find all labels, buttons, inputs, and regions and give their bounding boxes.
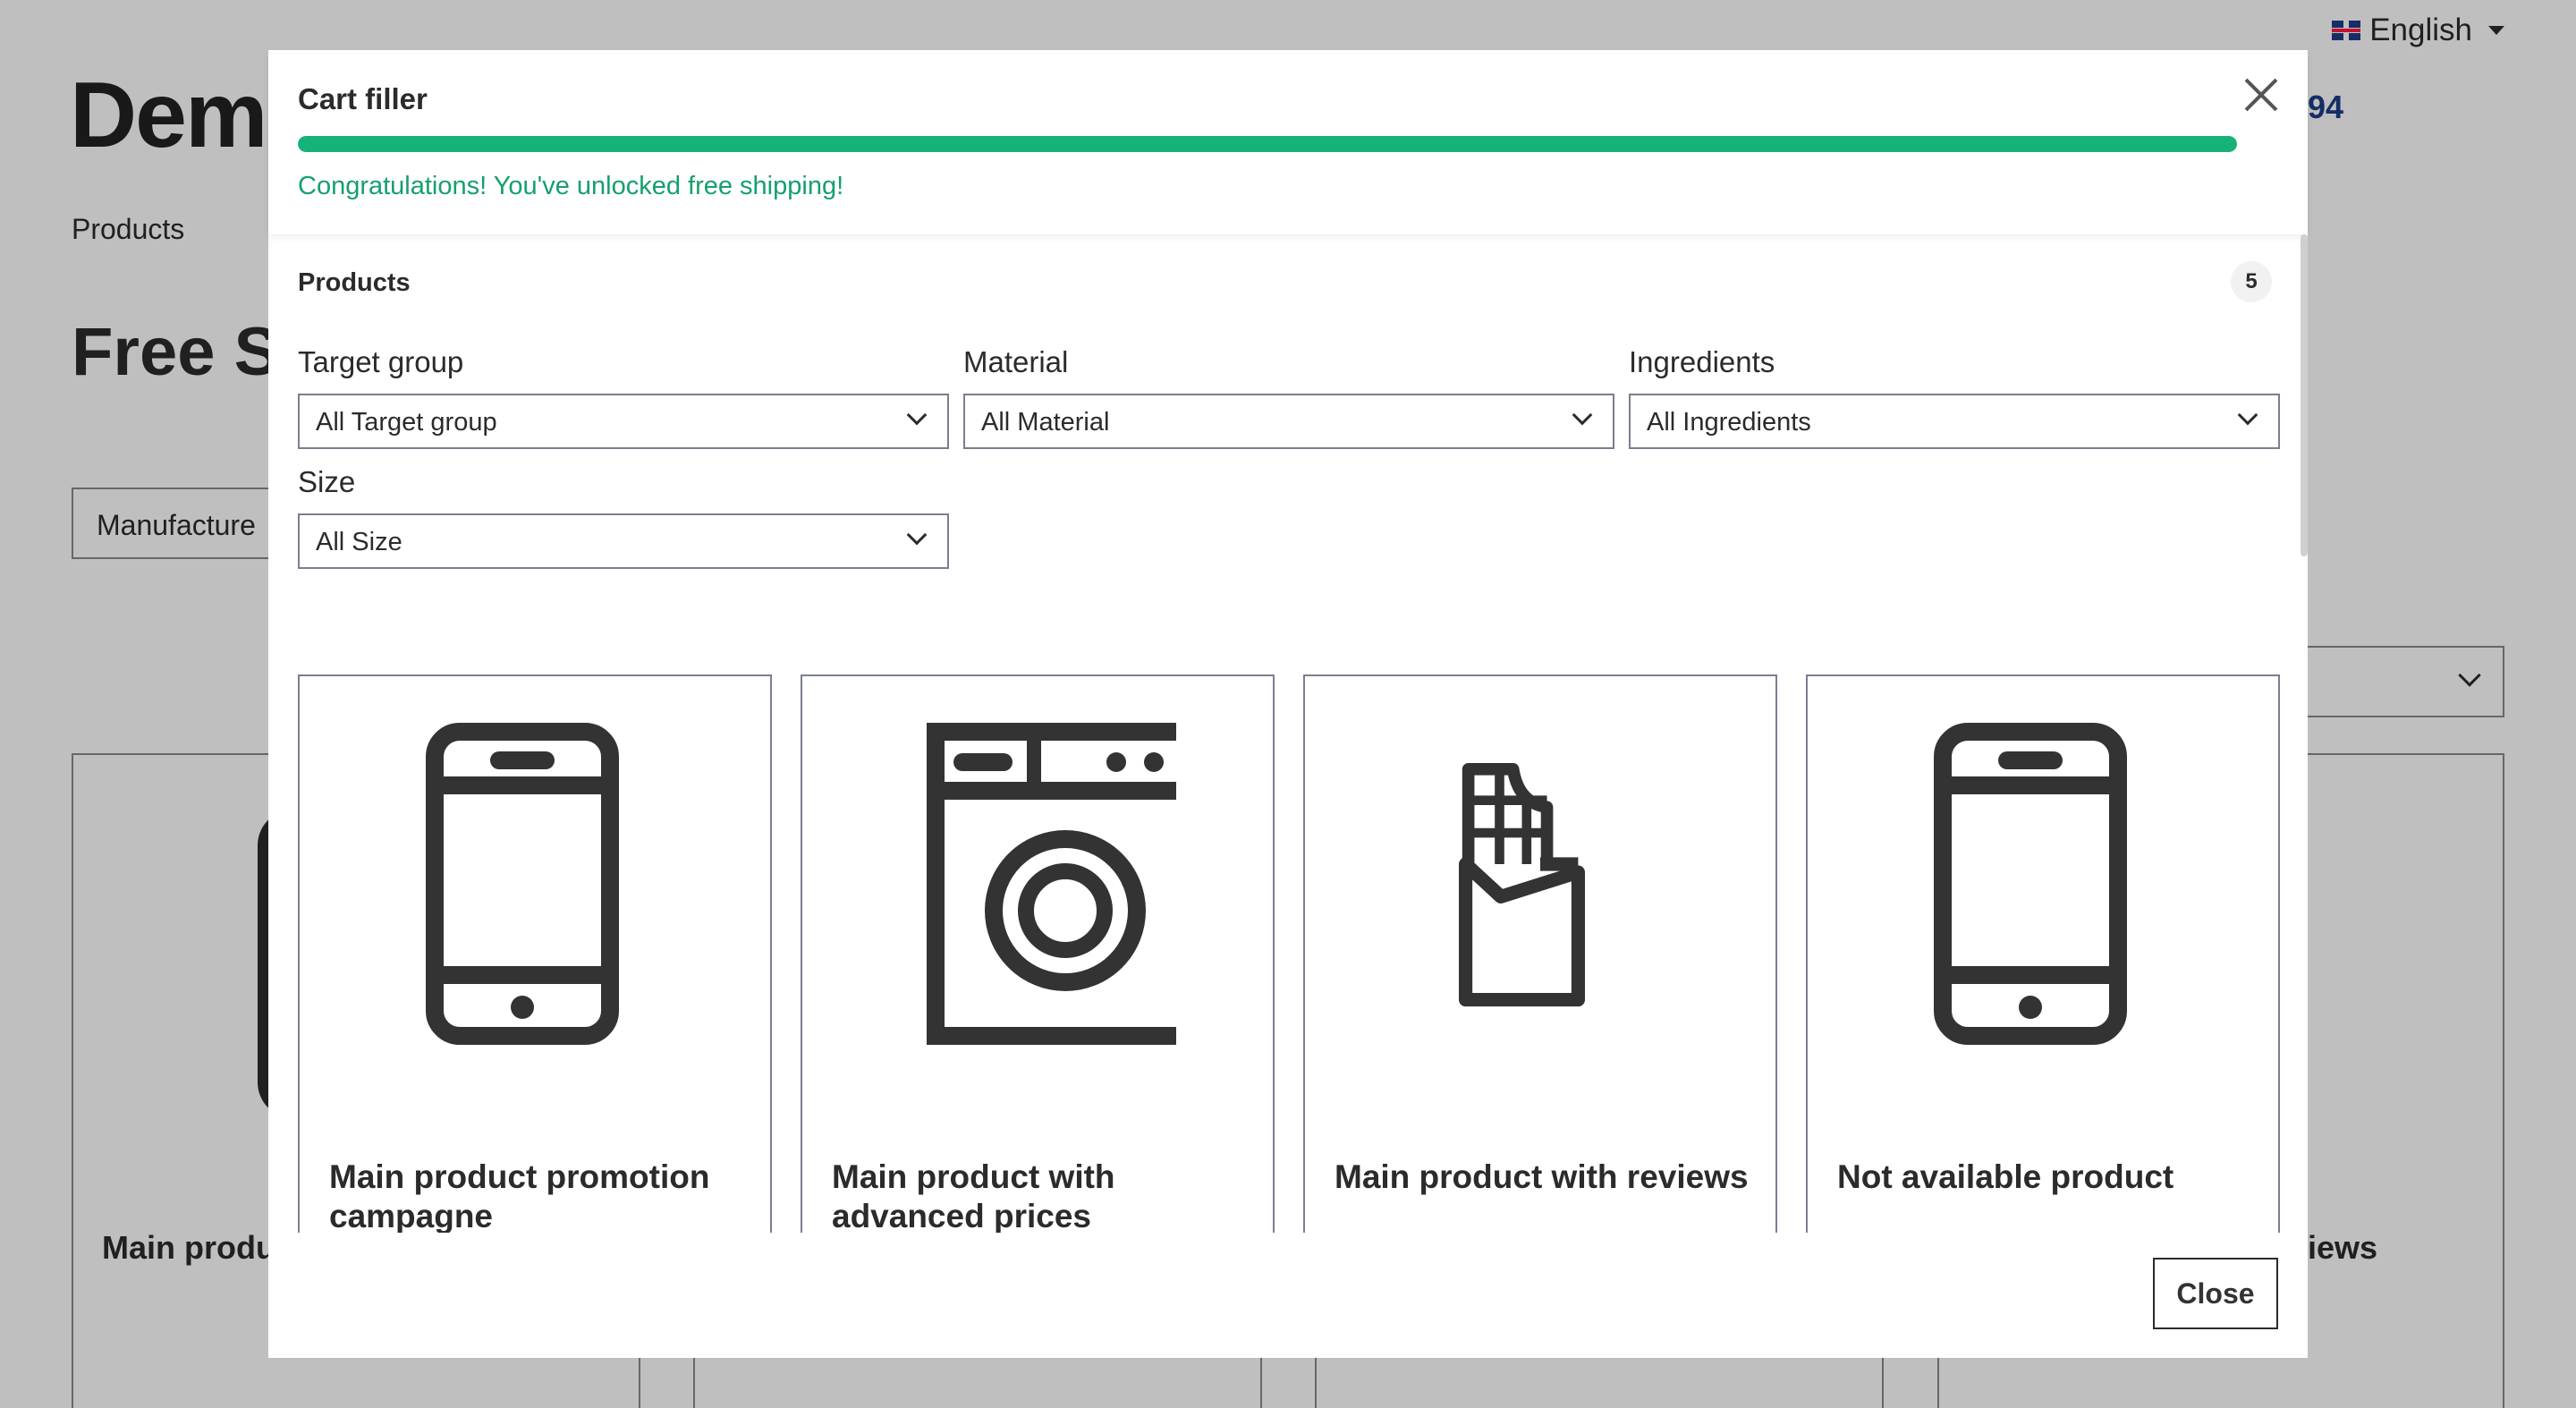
chevron-down-icon [1572,404,1593,426]
material-value: All Material [981,408,1110,437]
washing-machine-icon [927,723,1176,1045]
ingredients-label: Ingredients [1629,345,1775,378]
chevron-down-icon [906,404,928,426]
material-label: Material [963,345,1069,378]
free-shipping-message: Congratulations! You've unlocked free sh… [298,172,844,200]
target-group-value: All Target group [316,408,497,437]
modal-body: Products 5 Target group All Target group… [268,234,2308,1233]
modal-title: Cart filler [298,82,428,115]
product-card[interactable]: Main product promotion campagne [298,674,772,1233]
products-section-title: Products [298,268,411,297]
ingredients-select[interactable]: All Ingredients [1629,394,2280,449]
size-label: Size [298,465,356,498]
product-name[interactable]: Main product with reviews [1335,1158,1755,1197]
product-name[interactable]: Not available product [1837,1158,2258,1197]
modal-header: Cart filler Congratulations! You've unlo… [268,50,2308,234]
progress-fill [298,136,2237,152]
size-select[interactable]: All Size [298,513,949,569]
ingredients-value: All Ingredients [1647,408,1811,437]
modal-footer: Close [268,1233,2308,1358]
chevron-down-icon [2237,404,2258,426]
smartphone-icon [426,723,619,1045]
smartphone-icon [1934,723,2127,1045]
product-count-badge: 5 [2231,261,2272,302]
target-group-label: Target group [298,345,464,378]
chocolate-bar-icon [1459,763,1585,1007]
product-name[interactable]: Main product with advanced prices [832,1158,1252,1233]
material-select[interactable]: All Material [963,394,1614,449]
close-icon[interactable] [2241,75,2281,115]
free-shipping-progress-bar [298,136,2237,152]
product-card[interactable]: Main product with reviews [1303,674,1777,1233]
close-button[interactable]: Close [2153,1258,2278,1329]
product-card[interactable]: Not available product [1806,674,2280,1233]
cart-filler-modal: Cart filler Congratulations! You've unlo… [268,50,2308,1358]
size-value: All Size [316,528,402,556]
scrollbar[interactable] [2301,234,2308,556]
product-name[interactable]: Main product promotion campagne [329,1158,750,1233]
target-group-select[interactable]: All Target group [298,394,949,449]
product-card[interactable]: Main product with advanced prices [801,674,1275,1233]
chevron-down-icon [906,524,928,546]
